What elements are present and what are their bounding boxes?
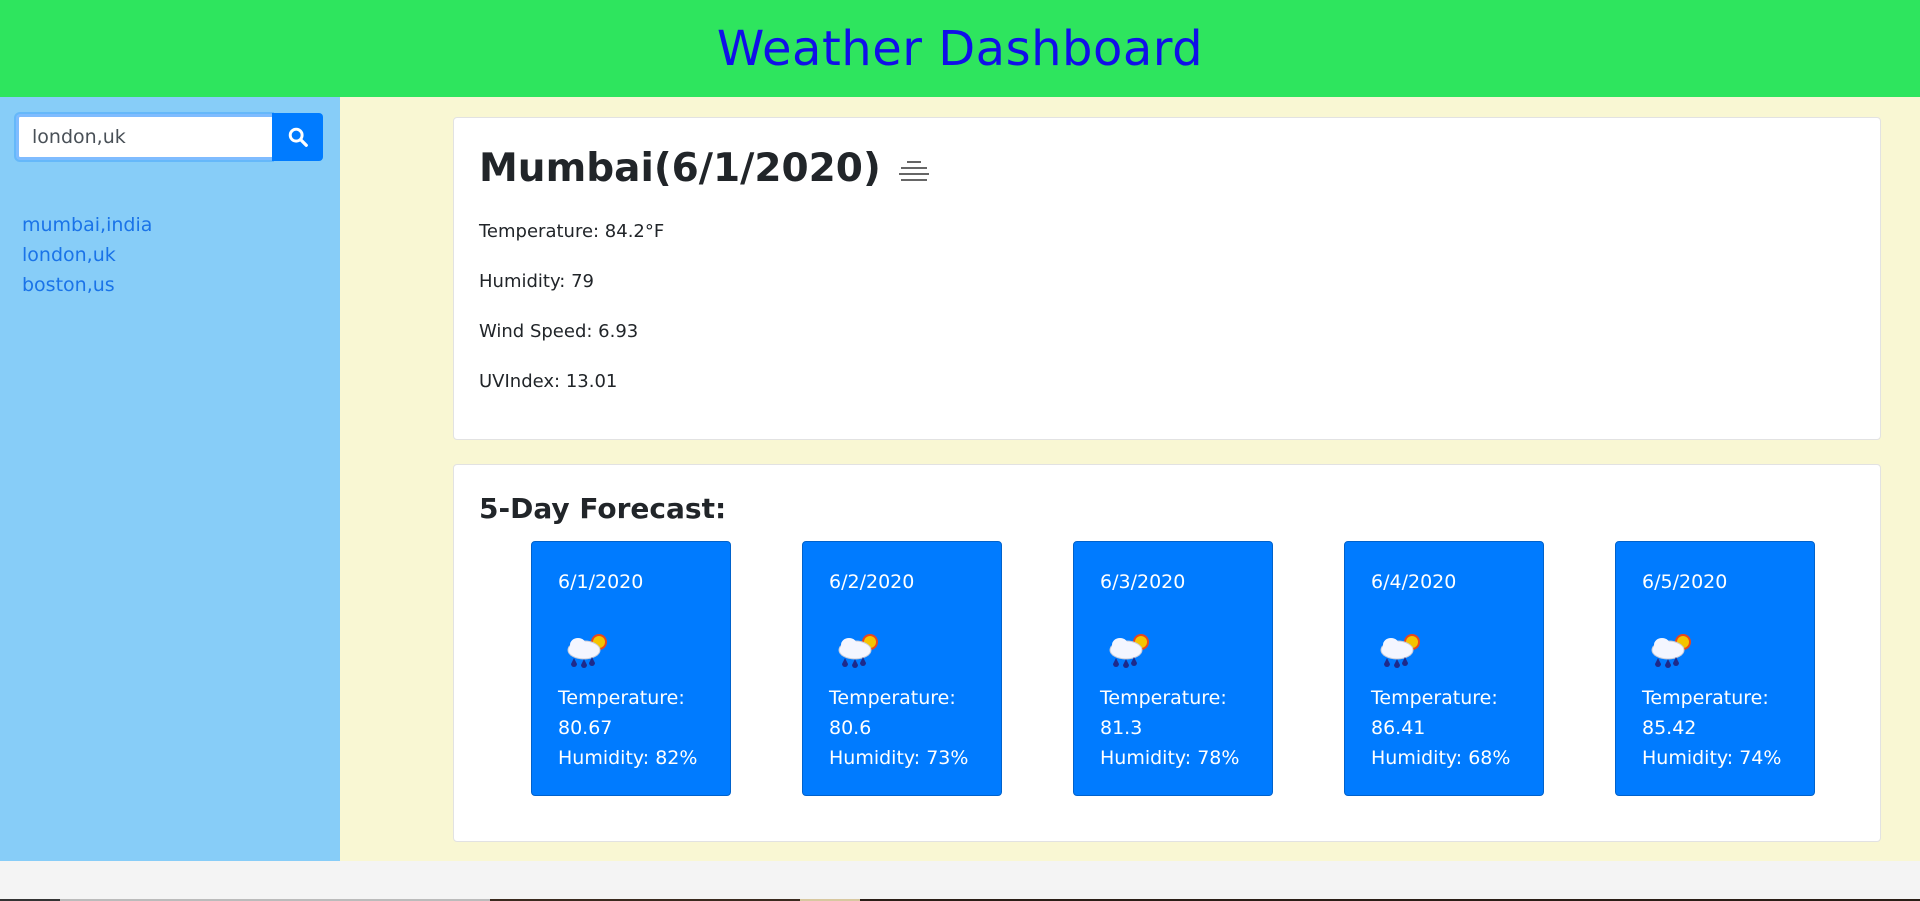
forecast-date: 6/5/2020	[1642, 571, 1728, 593]
search-input[interactable]	[16, 114, 272, 160]
current-weather-card: Mumbai(6/1/2020) Temperature: 84.2°F Hum…	[453, 117, 1881, 440]
current-weather-header: Mumbai(6/1/2020)	[479, 146, 931, 191]
search-icon	[288, 127, 308, 147]
current-wind-speed: Wind Speed: 6.93	[479, 321, 639, 342]
forecast-temperature-label: Temperature:	[829, 687, 956, 709]
history-link[interactable]: boston,us	[22, 274, 115, 296]
page-title: Weather Dashboard	[716, 20, 1204, 77]
current-uv-index: UVIndex: 13.01	[479, 371, 618, 392]
app-header: Weather Dashboard	[0, 0, 1920, 97]
rain-sun-icon	[838, 634, 878, 668]
current-temperature: Temperature: 84.2°F	[479, 221, 665, 242]
forecast-day-card: 6/2/2020 Temperature: 80.6 Humidity: 73%	[802, 541, 1002, 796]
forecast-temperature-label: Temperature:	[558, 687, 685, 709]
forecast-humidity: Humidity: 78%	[1100, 747, 1240, 769]
forecast-day-card: 6/5/2020 Temperature: 85.42 Humidity: 74…	[1615, 541, 1815, 796]
rain-sun-icon	[1380, 634, 1420, 668]
search-button[interactable]	[272, 113, 323, 161]
history-item[interactable]: boston,us	[22, 270, 152, 300]
history-item[interactable]: london,uk	[22, 240, 152, 270]
rain-sun-icon	[1651, 634, 1691, 668]
history-link[interactable]: london,uk	[22, 244, 116, 266]
forecast-temperature-value: 86.41	[1371, 717, 1426, 739]
forecast-temperature-label: Temperature:	[1100, 687, 1227, 709]
search-bar	[16, 113, 323, 161]
mist-icon	[898, 160, 929, 181]
forecast-title: 5-Day Forecast:	[479, 492, 727, 525]
forecast-day-card: 6/3/2020 Temperature: 81.3 Humidity: 78%	[1073, 541, 1273, 796]
forecast-temperature-value: 80.67	[558, 717, 613, 739]
forecast-temperature-value: 81.3	[1100, 717, 1143, 739]
forecast-temperature-value: 85.42	[1642, 717, 1697, 739]
forecast-temperature-value: 80.6	[829, 717, 872, 739]
forecast-humidity: Humidity: 73%	[829, 747, 969, 769]
forecast-date: 6/1/2020	[558, 571, 644, 593]
forecast-card: 5-Day Forecast: 6/1/2020 Temperature: 80…	[453, 464, 1881, 842]
forecast-temperature-label: Temperature:	[1642, 687, 1769, 709]
main-content: Mumbai(6/1/2020) Temperature: 84.2°F Hum…	[340, 97, 1920, 861]
sidebar: mumbai,india london,uk boston,us	[0, 97, 340, 861]
history-link[interactable]: mumbai,india	[22, 214, 152, 236]
page-footer	[0, 861, 1920, 901]
current-city-title: Mumbai(6/1/2020)	[479, 146, 881, 191]
forecast-date: 6/4/2020	[1371, 571, 1457, 593]
search-history-list: mumbai,india london,uk boston,us	[22, 210, 152, 300]
current-humidity: Humidity: 79	[479, 271, 594, 292]
forecast-humidity: Humidity: 68%	[1371, 747, 1511, 769]
forecast-humidity: Humidity: 74%	[1642, 747, 1782, 769]
forecast-date: 6/2/2020	[829, 571, 915, 593]
rain-sun-icon	[567, 634, 607, 668]
forecast-humidity: Humidity: 82%	[558, 747, 698, 769]
history-item[interactable]: mumbai,india	[22, 210, 152, 240]
rain-sun-icon	[1109, 634, 1149, 668]
forecast-temperature-label: Temperature:	[1371, 687, 1498, 709]
forecast-date: 6/3/2020	[1100, 571, 1186, 593]
forecast-day-card: 6/4/2020 Temperature: 86.41 Humidity: 68…	[1344, 541, 1544, 796]
forecast-day-card: 6/1/2020 Temperature: 80.67 Humidity: 82…	[531, 541, 731, 796]
